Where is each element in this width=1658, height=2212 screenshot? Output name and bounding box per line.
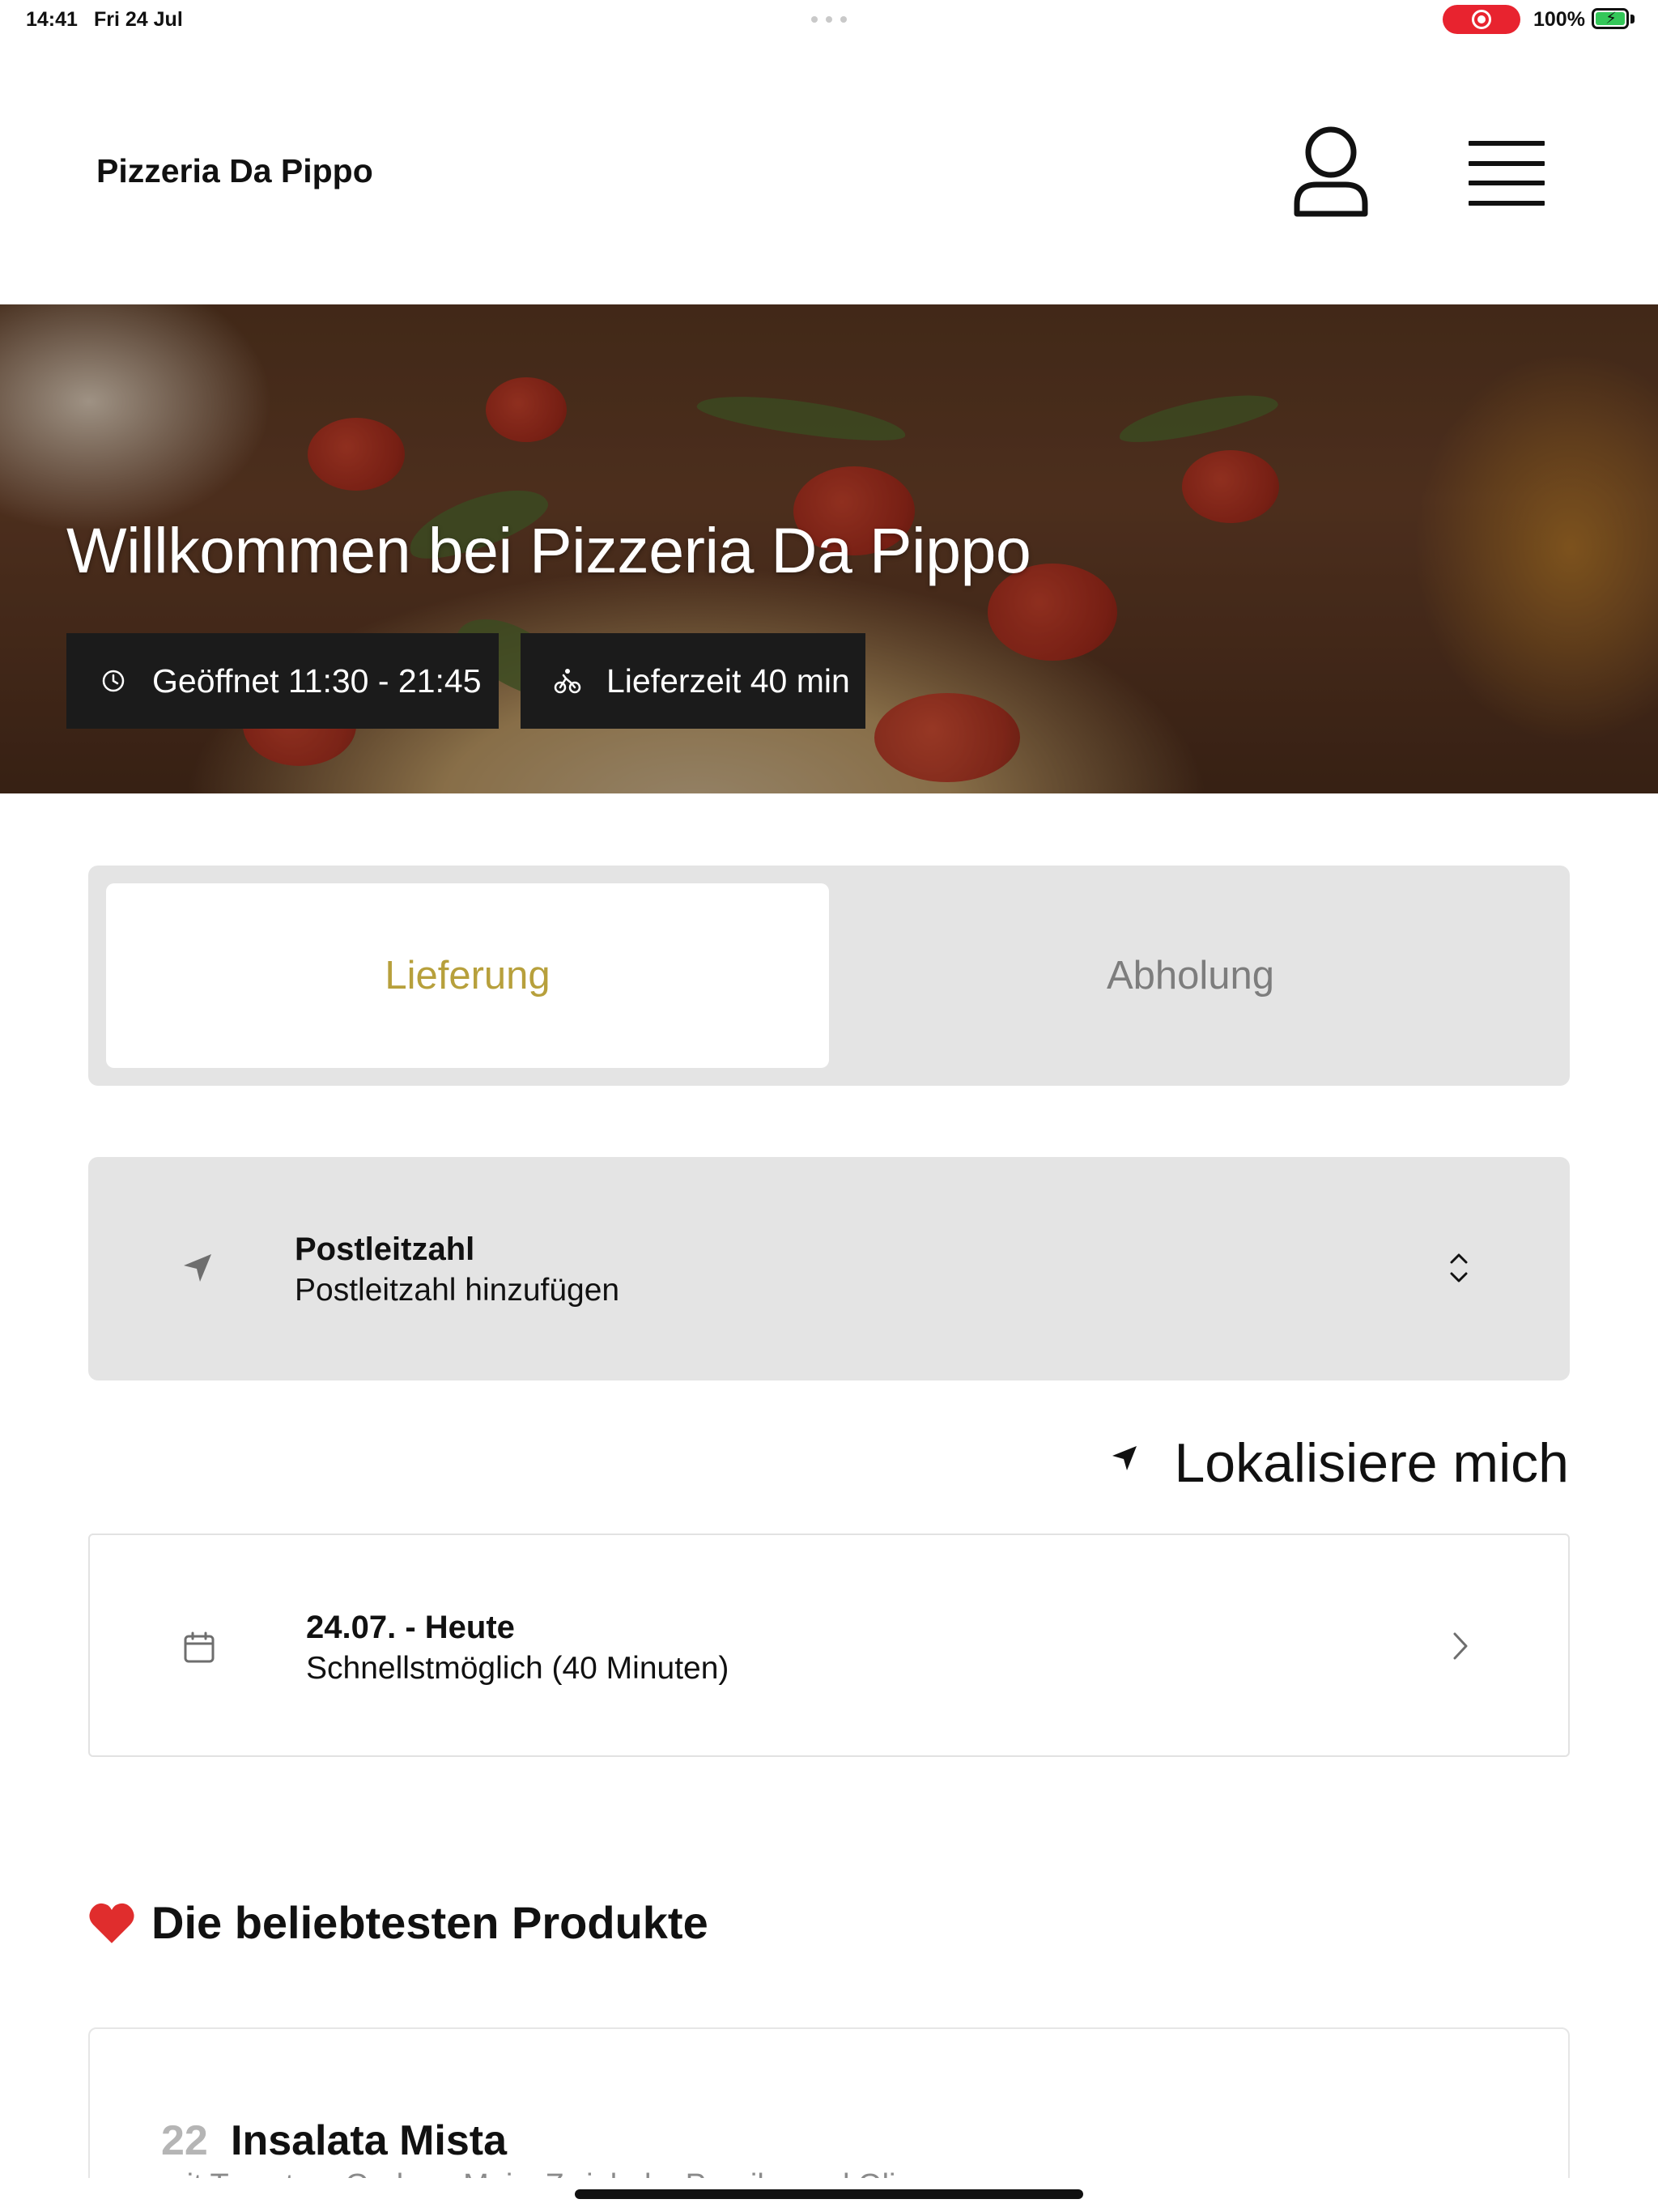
postal-code-selector[interactable]: Postleitzahl Postleitzahl hinzufügen — [88, 1157, 1570, 1380]
screen-recording-icon[interactable] — [1443, 5, 1520, 34]
location-arrow-icon — [184, 1254, 211, 1282]
battery-charging-icon: ⚡ — [1592, 8, 1629, 29]
status-bar: 14:41 Fri 24 Jul 100% ⚡ — [0, 0, 1658, 39]
locate-me-button[interactable]: Lokalisiere mich — [1101, 1425, 1569, 1495]
chevron-right-icon — [1453, 1632, 1468, 1660]
delivery-date-title: 24.07. - Heute — [306, 1610, 515, 1645]
multitasking-dots-icon[interactable] — [811, 16, 847, 23]
tab-pickup[interactable]: Abholung — [829, 883, 1552, 1068]
delivery-time-text: Lieferzeit 40 min — [606, 661, 850, 700]
location-arrow-icon — [1112, 1446, 1137, 1470]
locate-me-label: Lokalisiere mich — [1174, 1432, 1569, 1494]
opening-hours-badge: Geöffnet 11:30 - 21:45 — [66, 633, 499, 729]
order-mode-toggle: Lieferung Abholung — [88, 866, 1570, 1086]
bicycle-icon — [553, 666, 582, 696]
opening-hours-text: Geöffnet 11:30 - 21:45 — [152, 661, 482, 700]
hero-title: Willkommen bei Pizzeria Da Pippo — [66, 514, 1031, 586]
delivery-time-badge: Lieferzeit 40 min — [521, 633, 865, 729]
home-indicator[interactable] — [575, 2189, 1083, 2199]
hamburger-menu-icon[interactable] — [1464, 134, 1550, 212]
clock-icon — [99, 666, 128, 696]
tab-delivery[interactable]: Lieferung — [106, 883, 829, 1068]
app-header: Pizzeria Da Pippo — [0, 39, 1658, 304]
account-button[interactable] — [1289, 123, 1373, 220]
battery-cap — [1630, 15, 1635, 23]
postal-code-label: Postleitzahl — [295, 1231, 475, 1267]
chevron-up-down-icon — [1450, 1253, 1468, 1283]
hero-banner: Willkommen bei Pizzeria Da Pippo Geöffne… — [0, 304, 1658, 793]
delivery-date-selector[interactable]: 24.07. - Heute Schnellstmöglich (40 Minu… — [88, 1534, 1570, 1757]
delivery-date-subtitle: Schnellstmöglich (40 Minuten) — [306, 1651, 729, 1686]
popular-products-title: Die beliebtesten Produkte — [151, 1897, 708, 1948]
heart-icon — [89, 1903, 134, 1943]
popular-products-heading: Die beliebtesten Produkte — [88, 1896, 708, 1949]
product-number: 22 — [161, 2117, 208, 2164]
status-date: Fri 24 Jul — [94, 8, 183, 31]
brand-title[interactable]: Pizzeria Da Pippo — [96, 152, 373, 190]
postal-code-placeholder: Postleitzahl hinzufügen — [295, 1273, 620, 1308]
battery-percentage: 100% — [1533, 8, 1585, 31]
product-name: Insalata Mista — [231, 2117, 508, 2164]
status-time: 14:41 — [26, 8, 78, 31]
user-icon — [1294, 126, 1368, 217]
calendar-icon — [184, 1631, 215, 1663]
